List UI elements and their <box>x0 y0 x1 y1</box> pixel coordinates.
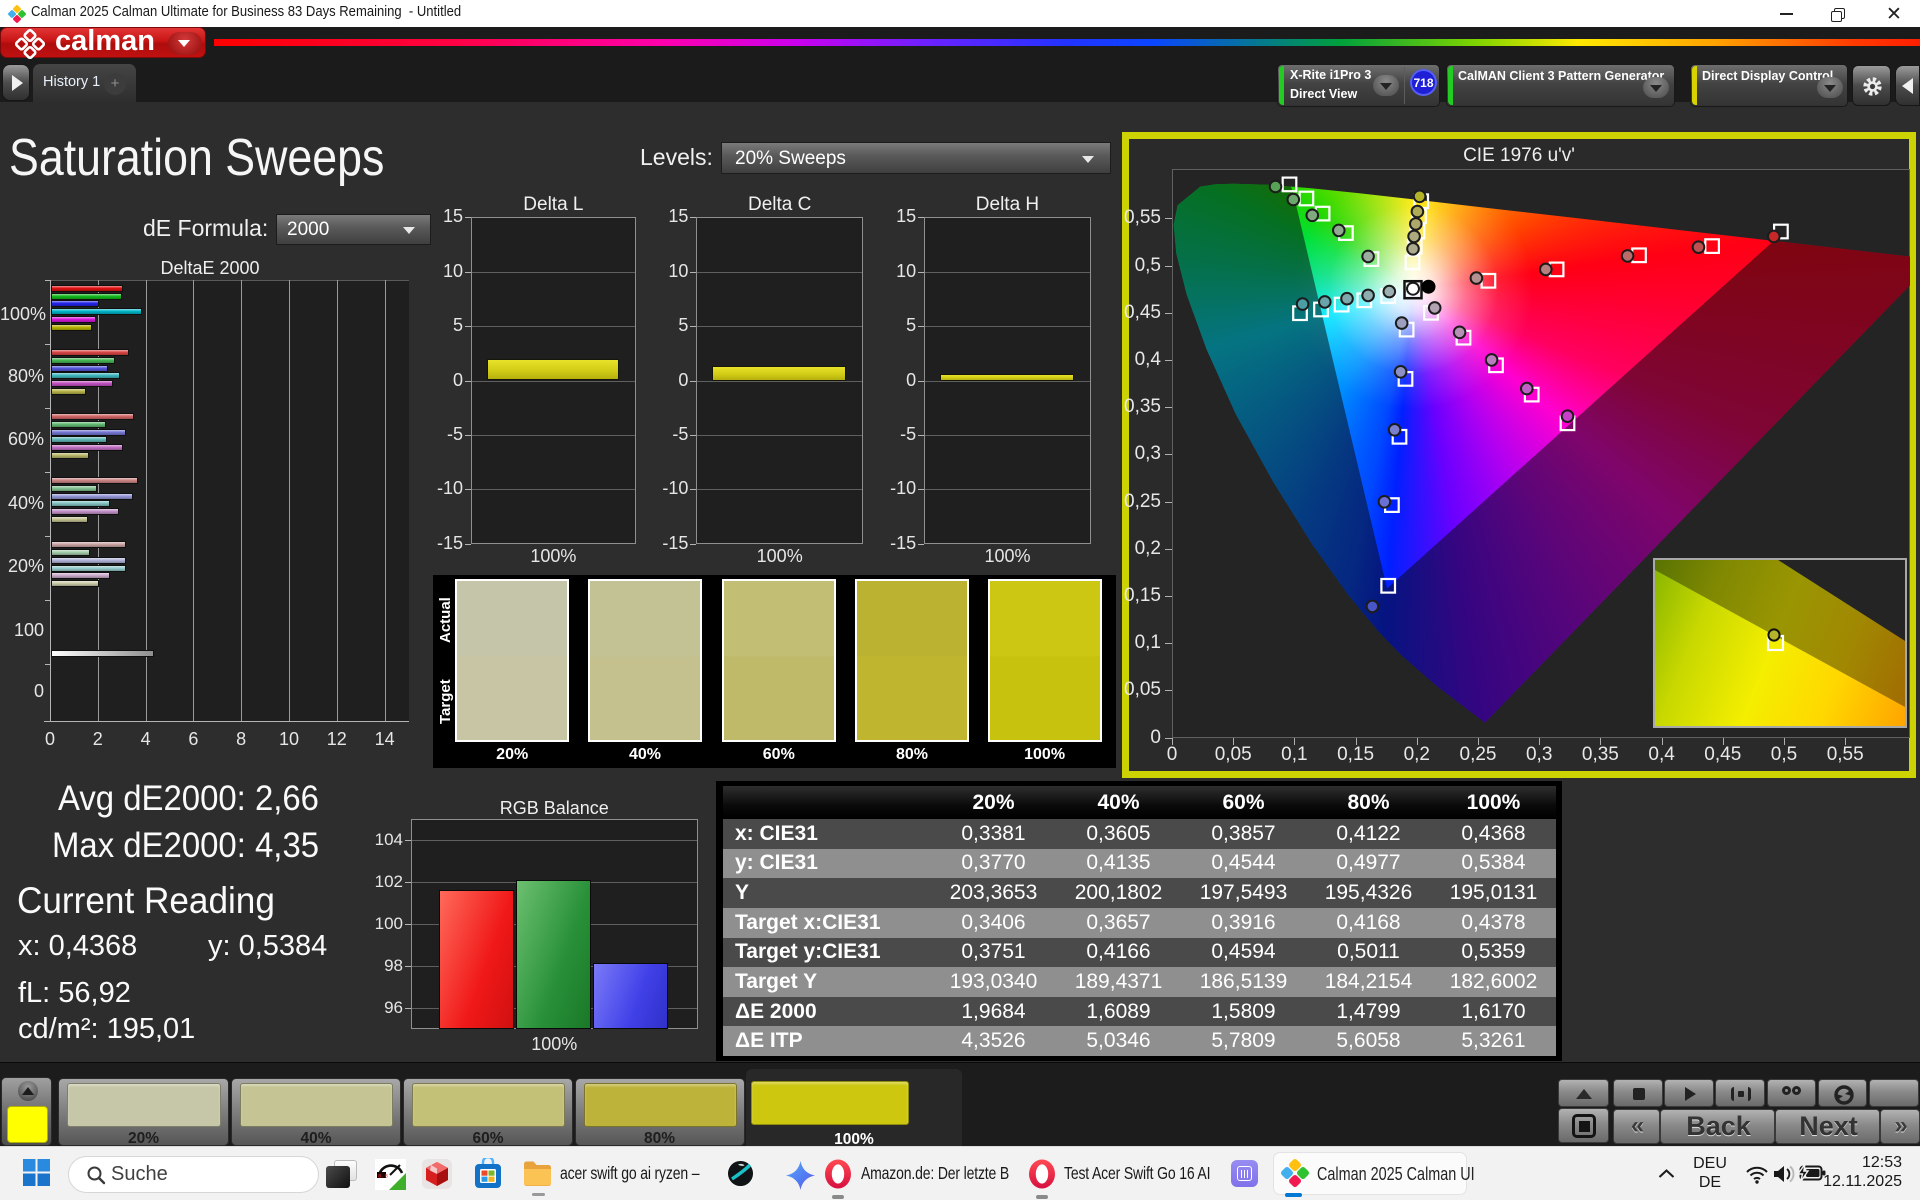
svg-text:8.8: 8.8 <box>378 1173 388 1180</box>
